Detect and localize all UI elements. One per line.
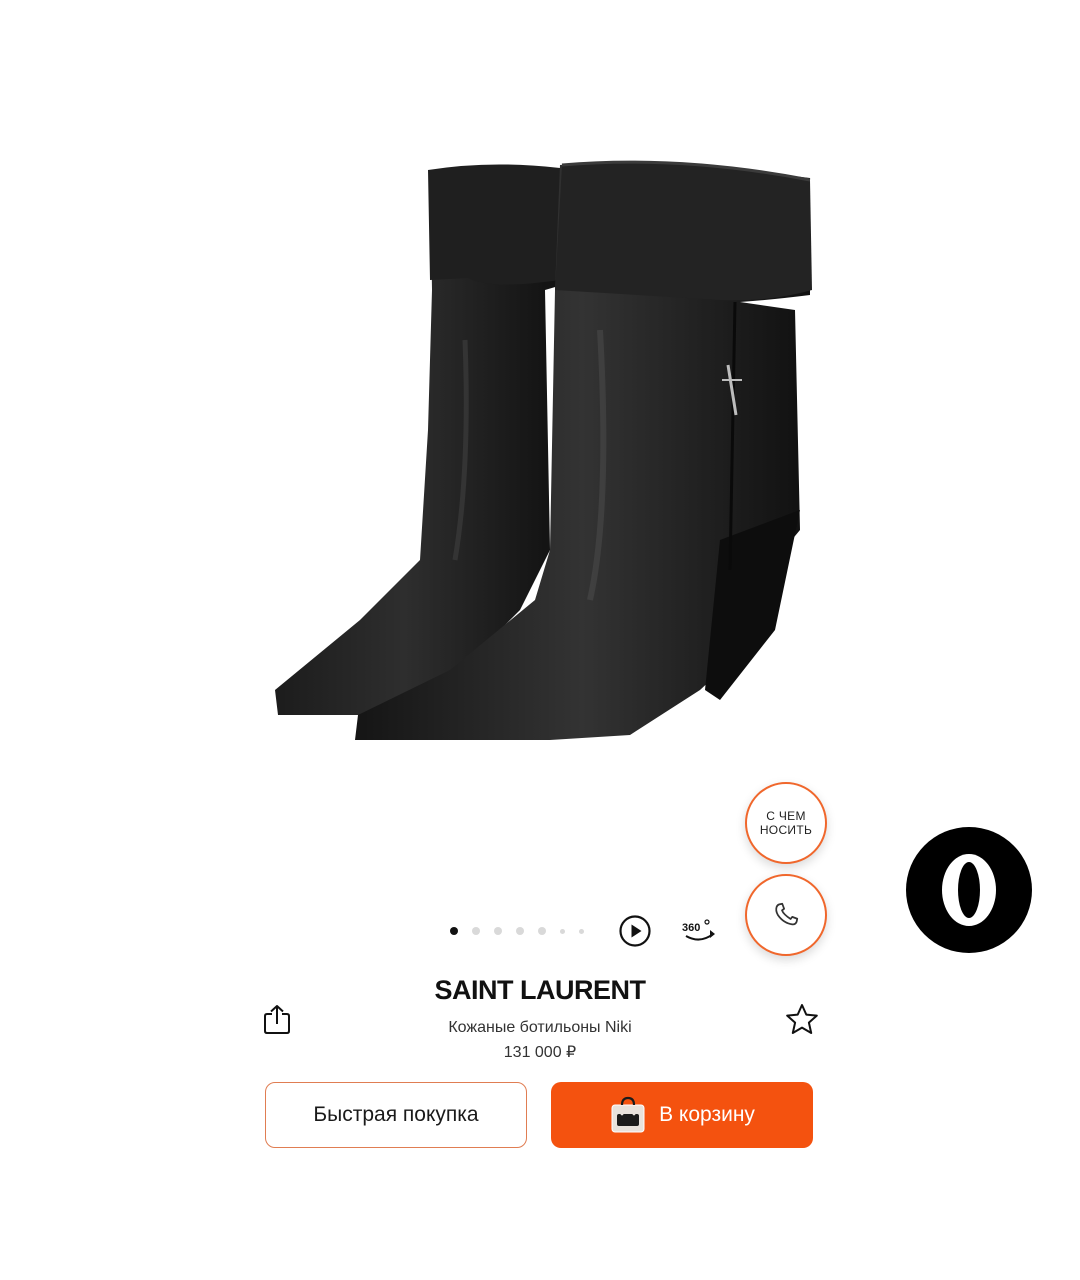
shopping-bag-icon	[611, 1096, 645, 1133]
call-button[interactable]	[745, 874, 827, 956]
add-to-cart-button[interactable]: В корзину	[551, 1082, 813, 1148]
svg-text:360: 360	[682, 922, 700, 934]
carousel-dot[interactable]	[538, 927, 546, 935]
carousel-dot[interactable]	[450, 927, 458, 935]
outfit-suggestions-button[interactable]: С ЧЕМ НОСИТЬ	[745, 782, 827, 864]
favorite-star-icon[interactable]	[784, 1002, 820, 1036]
carousel-dot[interactable]	[472, 927, 480, 935]
brand-name: SAINT LAURENT	[434, 975, 647, 1005]
image-carousel-dots[interactable]	[450, 925, 584, 937]
phone-icon	[775, 902, 799, 926]
play-icon[interactable]	[618, 914, 652, 948]
product-title: Кожаные ботильоны Niki	[448, 1019, 632, 1036]
carousel-dot[interactable]	[494, 927, 502, 935]
carousel-dot[interactable]	[560, 928, 565, 934]
product-image[interactable]	[250, 130, 830, 780]
product-price: 131 000 ₽	[503, 1044, 577, 1061]
view-360-icon[interactable]: 360	[680, 914, 720, 948]
outfit-suggestions-label: С ЧЕМ НОСИТЬ	[759, 809, 813, 837]
share-icon[interactable]	[262, 1003, 292, 1035]
carousel-dot[interactable]	[516, 927, 524, 935]
brand-logo-badge	[906, 827, 1032, 953]
quick-buy-label: Быстрая покупка	[313, 1103, 479, 1126]
carousel-dot[interactable]	[579, 928, 584, 934]
add-to-cart-label: В корзину	[659, 1103, 755, 1126]
quick-buy-button[interactable]: Быстрая покупка	[265, 1082, 527, 1148]
